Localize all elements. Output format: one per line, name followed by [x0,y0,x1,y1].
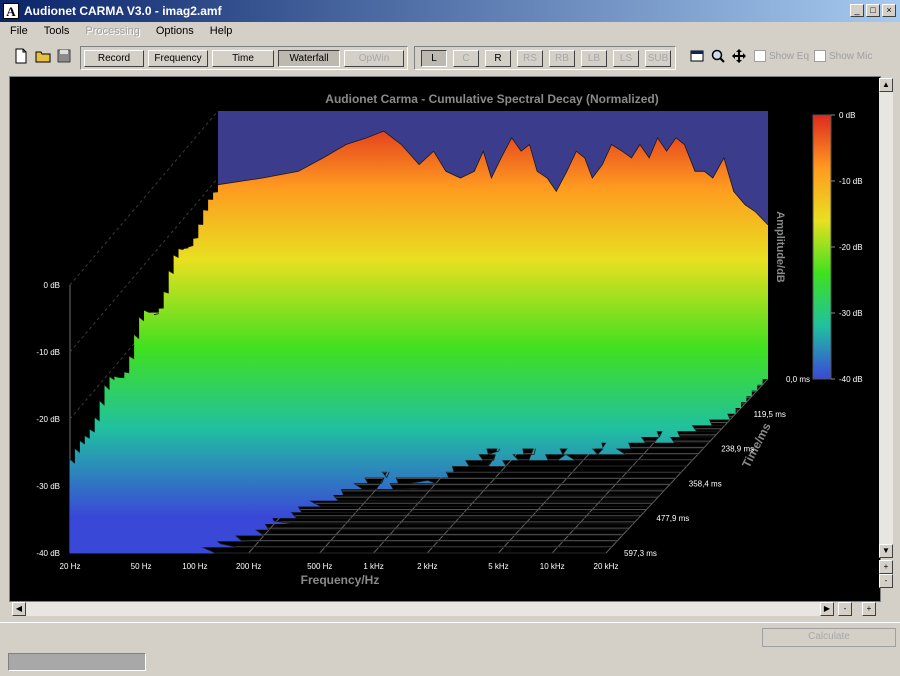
waterfall-slices [69,130,769,554]
time-tick-label: 477,9 ms [656,514,689,523]
scroll-up-button[interactable]: ▲ [879,78,893,92]
vertical-scrollbar[interactable]: ▲ ▼ [879,78,893,558]
time-tick-label: 238,9 ms [721,445,754,454]
x-tick-label: 200 Hz [236,562,261,571]
frequency-button[interactable]: Frequency [148,50,208,67]
menu-file[interactable]: File [0,22,34,40]
x-tick-label: 20 Hz [60,562,81,571]
colorbar-tick-label: -30 dB [839,309,863,318]
y-tick-label: -30 dB [36,482,60,491]
colorbar-tick-label: -40 dB [839,375,863,384]
progress-bar [8,653,146,671]
waterfall-plot-area[interactable]: Audionet Carma - Cumulative Spectral Dec… [9,76,881,602]
window-title: Audionet CARMA V3.0 - imag2.amf [24,4,222,18]
y-axis-label: Amplitude/dB [774,211,786,283]
waterfall-button[interactable]: Waterfall [278,50,340,67]
colorbar-tick-label: -20 dB [839,243,863,252]
title-bar: A Audionet CARMA V3.0 - imag2.amf _ □ × [0,0,900,22]
bottom-panel: Calculate [0,622,900,676]
y-tick-label: -40 dB [36,549,60,558]
y-tick-label: 0 dB [44,281,60,290]
x-tick-label: 500 Hz [307,562,332,571]
x-axis-label: Frequency/Hz [301,573,380,587]
colorbar-ticks: 0 dB -10 dB -20 dB -30 dB -40 dB [831,111,863,384]
show-mic-label: Show Mic [829,50,873,62]
calculate-button[interactable]: Calculate [762,628,896,647]
record-button[interactable]: Record [84,50,144,67]
x-tick-label: 20 kHz [594,562,619,571]
minimize-button[interactable]: _ [850,4,864,17]
scroll-down-button[interactable]: ▼ [879,544,893,558]
opwin-button[interactable]: OpWin [344,50,404,67]
channel-rb-button[interactable]: RB [549,50,575,67]
channel-ls-button[interactable]: LS [613,50,639,67]
zoom-out-vertical-button[interactable]: - [879,574,893,588]
menu-help[interactable]: Help [200,22,239,40]
show-eq-checkbox-box[interactable] [754,50,766,62]
save-disk-icon[interactable] [55,48,73,66]
channel-sub-button[interactable]: SUB [645,50,671,67]
horizontal-scrollbar[interactable]: ◀ ▶ [12,602,834,616]
show-mic-checkbox-box[interactable] [814,50,826,62]
new-file-icon[interactable] [12,48,30,66]
chart-title: Audionet Carma - Cumulative Spectral Dec… [325,92,658,106]
zoom-in-vertical-button[interactable]: + [879,560,893,574]
waterfall-chart: Audionet Carma - Cumulative Spectral Dec… [36,92,863,587]
menu-bar: File Tools Processing Options Help [0,22,900,40]
x-tick-label: 100 Hz [182,562,207,571]
maximize-button[interactable]: □ [866,4,880,17]
time-button[interactable]: Time [212,50,274,67]
x-tick-label: 5 kHz [488,562,508,571]
colorbar-tick-label: -10 dB [839,177,863,186]
channel-c-button[interactable]: C [453,50,479,67]
open-folder-icon[interactable] [34,48,52,66]
app-logo-icon: A [3,3,19,19]
colorbar [812,114,832,380]
x-tick-label: 10 kHz [540,562,565,571]
channel-button-group: L C R RS RB LB LS SUB [414,46,676,70]
pan-icon[interactable] [730,48,748,66]
time-tick-label: 597,3 ms [624,549,657,558]
menu-options[interactable]: Options [146,22,200,40]
show-eq-label: Show Eq [769,50,810,62]
scroll-right-button[interactable]: ▶ [820,602,834,616]
time-tick-label: 358,4 ms [689,479,722,488]
toolbar: Record Frequency Time Waterfall OpWin L … [0,42,900,72]
zoom-out-horizontal-button[interactable]: - [838,602,852,616]
time-tick-label: 0,0 ms [786,375,810,384]
y-tick-label: -10 dB [36,348,60,357]
show-eq-checkbox[interactable]: Show Eq [754,50,809,62]
scroll-left-button[interactable]: ◀ [12,602,26,616]
channel-r-button[interactable]: R [485,50,511,67]
x-tick-label: 2 kHz [417,562,437,571]
y-tick-label: -20 dB [36,415,60,424]
window-icon[interactable] [688,48,706,66]
channel-lb-button[interactable]: LB [581,50,607,67]
x-tick-label: 1 kHz [363,562,383,571]
x-tick-label: 50 Hz [131,562,152,571]
close-button[interactable]: × [882,4,896,17]
zoom-in-horizontal-button[interactable]: + [862,602,876,616]
time-tick-label: 119,5 ms [754,410,786,419]
zoom-icon[interactable] [709,48,727,66]
show-mic-checkbox[interactable]: Show Mic [814,50,872,62]
menu-tools[interactable]: Tools [34,22,76,40]
channel-l-button[interactable]: L [421,50,447,67]
mode-button-group: Record Frequency Time Waterfall OpWin [80,46,408,70]
menu-processing[interactable]: Processing [75,22,145,40]
colorbar-tick-label: 0 dB [839,111,855,120]
channel-rs-button[interactable]: RS [517,50,543,67]
